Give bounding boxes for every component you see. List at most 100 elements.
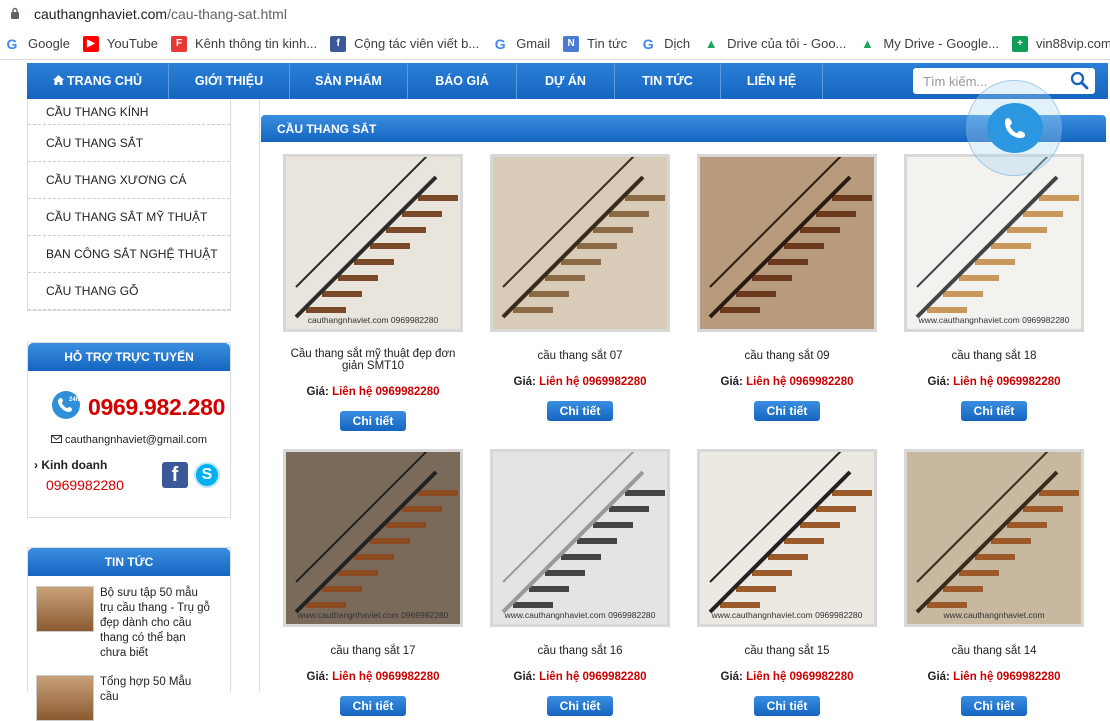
drive-icon: ▲ [860,36,874,51]
product-name[interactable]: cầu thang sắt 09 [697,350,877,362]
product-name[interactable]: cầu thang sắt 14 [904,645,1084,657]
search-icon[interactable] [1070,71,1089,93]
google-icon: G [494,35,506,52]
detail-button[interactable]: Chi tiết [753,696,821,716]
category-item[interactable]: CẦU THANG KÍNH [28,99,230,125]
product-image[interactable] [490,154,670,332]
category-item[interactable]: BAN CÔNG SẮT NGHỆ THUẬT [28,236,230,273]
product-name[interactable]: Cầu thang sắt mỹ thuật đẹp đơn giản SMT1… [283,348,463,372]
nav-about[interactable]: GIỚI THIỆU [169,63,290,99]
product-card: cauthangnhaviet.com 0969982280 Cầu thang… [283,154,463,431]
bookmark-label: Dịch [664,36,691,51]
product-name[interactable]: cầu thang sắt 07 [490,350,670,362]
nav-contact[interactable]: LIÊN HỆ [721,63,823,99]
news-box: TIN TỨC Bộ sưu tập 50 mẫu trụ cầu thang … [27,547,231,721]
detail-button[interactable]: Chi tiết [339,411,407,431]
bookmark-label: My Drive - Google... [883,36,999,51]
detail-button[interactable]: Chi tiết [960,401,1028,421]
bookmark-item[interactable]: ▶ YouTube [79,28,167,59]
news-item-title[interactable]: Bộ sưu tập 50 mẫu trụ cầu thang - Trụ gỗ… [100,586,212,661]
image-watermark: www.cauthangnhaviet.com [943,610,1045,620]
sheets-icon: + [1011,35,1028,52]
bookmark-label: vin88vip.com.xlsx [1035,36,1110,51]
main-content: CẦU THANG SẮT cauthangnhaviet.com 096998… [259,99,1108,716]
product-card: cầu thang sắt 07 Giá: Liên hệ 0969982280… [490,154,670,421]
detail-button[interactable]: Chi tiết [546,696,614,716]
detail-button[interactable]: Chi tiết [753,401,821,421]
image-watermark: www.cauthangnhaviet.com 0969982280 [711,610,863,620]
bookmark-item[interactable]: F Kênh thông tin kinh... [167,28,326,59]
product-price: Giá: Liên hệ 0969982280 [927,671,1061,683]
skype-icon[interactable]: S [194,462,220,488]
url-path: /cau-thang-sat.html [167,6,287,22]
bookmark-item[interactable]: N Tin tức [559,28,636,59]
product-image[interactable]: www.cauthangnhaviet.com 0969982280 [490,449,670,627]
product-name[interactable]: cầu thang sắt 16 [490,645,670,657]
drive-icon: ▲ [704,36,718,51]
news-thumbnail[interactable] [36,675,94,721]
product-image[interactable] [697,154,877,332]
news-item[interactable]: Tổng hợp 50 Mẫu cầu [28,661,230,721]
news-app-icon: N [563,35,580,52]
product-image[interactable]: www.cauthangnhaviet.com 0969982280 [697,449,877,627]
detail-button[interactable]: Chi tiết [960,696,1028,716]
main-nav: TRANG CHỦ GIỚI THIỆU SẢN PHẨM BÁO GIÁ DỰ… [27,63,1108,99]
product-card: www.cauthangnhaviet.com 0969982280 cầu t… [490,449,670,716]
bookmark-item[interactable]: ▲ My Drive - Google... [855,28,1008,59]
bookmark-label: Google [28,36,70,51]
support-email[interactable]: cauthangnhaviet@gmail.com [28,434,230,446]
search-placeholder: Tìm kiếm... [923,73,988,89]
youtube-icon: ▶ [82,35,99,52]
hotline-24h-icon: 24h [50,389,82,426]
product-price: Giá: Liên hệ 0969982280 [720,671,854,683]
bookmark-item[interactable]: G Google [0,28,79,59]
facebook-icon[interactable]: f [162,462,188,488]
product-card: www.cauthangnhaviet.com 0969982280 cầu t… [904,154,1084,421]
product-price: Giá: Liên hệ 0969982280 [306,671,440,683]
product-price: Giá: Liên hệ 0969982280 [513,376,647,388]
detail-button[interactable]: Chi tiết [546,401,614,421]
category-item[interactable]: CẦU THANG XƯƠNG CÁ [28,162,230,199]
bookmark-label: YouTube [106,36,159,51]
bookmark-label: Kênh thông tin kinh... [195,36,318,51]
sales-label: Kinh doanh [41,458,108,472]
home-icon [53,74,64,88]
google-icon: G [6,35,18,52]
bookmark-label: Cộng tác viên viết b... [354,36,480,51]
image-watermark: www.cauthangnhaviet.com 0969982280 [297,610,449,620]
lock-icon [10,7,24,22]
nav-news[interactable]: TIN TỨC [615,63,721,99]
product-image[interactable]: www.cauthangnhaviet.com [904,449,1084,627]
detail-button[interactable]: Chi tiết [339,696,407,716]
support-title: HỖ TRỢ TRỰC TUYẾN [28,343,230,371]
hotline-number[interactable]: 0969.982.280 [88,394,225,421]
news-item[interactable]: Bộ sưu tập 50 mẫu trụ cầu thang - Trụ gỗ… [28,576,230,661]
product-image[interactable]: www.cauthangnhaviet.com 0969982280 [904,154,1084,332]
facebook-icon: f [330,35,347,52]
nav-products[interactable]: SẢN PHẨM [290,63,408,99]
product-image[interactable]: www.cauthangnhaviet.com 0969982280 [283,449,463,627]
call-button[interactable] [966,80,1062,176]
product-image[interactable]: cauthangnhaviet.com 0969982280 [283,154,463,332]
category-item[interactable]: CẦU THANG GỖ [28,273,230,310]
address-bar[interactable]: cauthangnhaviet.com/cau-thang-sat.html [0,0,1110,28]
product-price: Giá: Liên hệ 0969982280 [513,671,647,683]
category-item[interactable]: CẦU THANG SẮT [28,125,230,162]
bookmark-item[interactable]: f Cộng tác viên viết b... [326,28,488,59]
nav-home[interactable]: TRANG CHỦ [27,63,169,99]
arrow-icon: › [34,458,38,472]
bookmark-item[interactable]: + vin88vip.com.xlsx [1008,28,1110,59]
bookmark-item[interactable]: ▲ Drive của tôi - Goo... [699,28,855,59]
news-item-title[interactable]: Tổng hợp 50 Mẫu cầu [100,675,212,721]
news-thumbnail[interactable] [36,586,94,632]
svg-text:24h: 24h [69,397,80,403]
nav-pricing[interactable]: BÁO GIÁ [408,63,517,99]
category-item[interactable]: CẦU THANG SẮT MỸ THUẬT [28,199,230,236]
product-name[interactable]: cầu thang sắt 15 [697,645,877,657]
nav-projects[interactable]: DỰ ÁN [517,63,615,99]
product-name[interactable]: cầu thang sắt 17 [283,645,463,657]
bookmark-label: Drive của tôi - Goo... [727,36,847,51]
bookmark-item[interactable]: G Gmail [488,28,559,59]
product-name[interactable]: cầu thang sắt 18 [904,350,1084,362]
bookmark-item[interactable]: G Dịch [636,28,699,59]
